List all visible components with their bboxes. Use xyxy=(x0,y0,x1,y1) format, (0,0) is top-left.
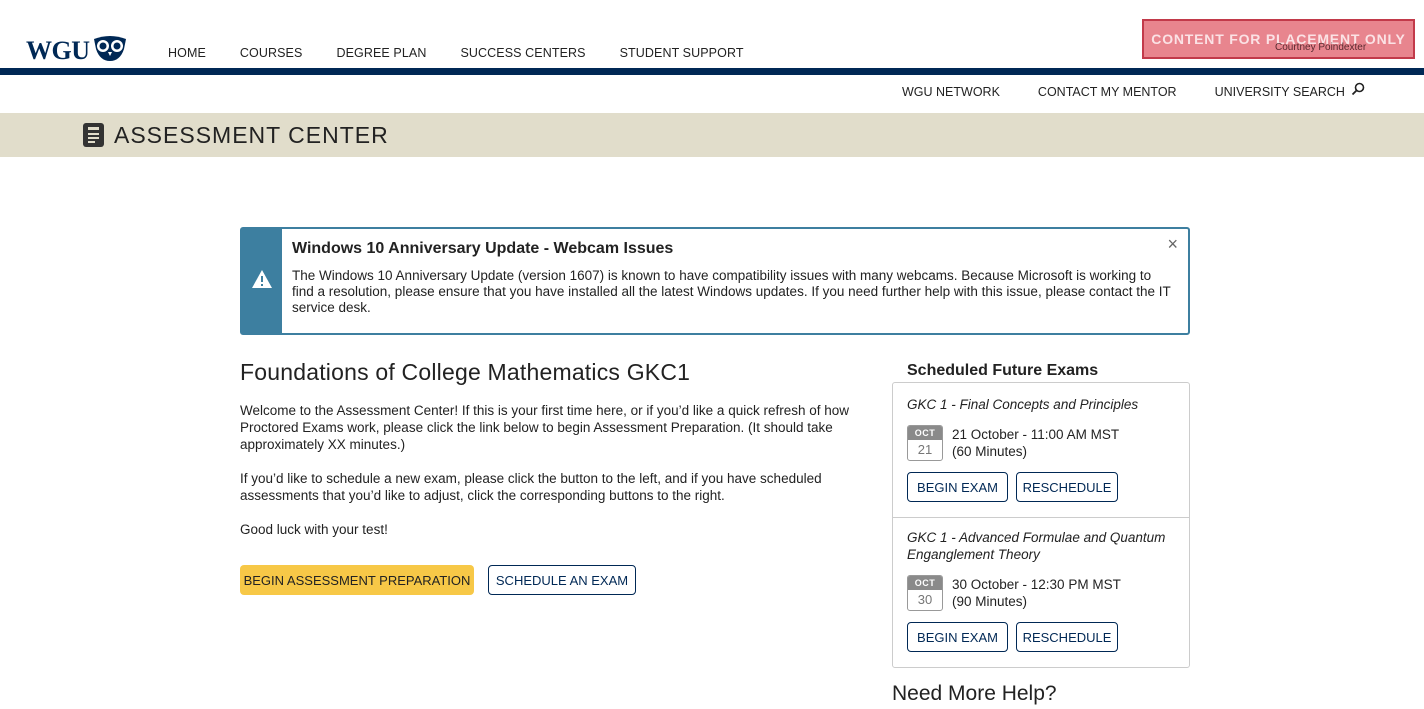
schedule-exam-button[interactable]: SCHEDULE AN EXAM xyxy=(488,565,636,595)
warning-icon xyxy=(251,269,273,294)
alert-body: The Windows 10 Anniversary Update (versi… xyxy=(292,268,1171,315)
exam-datetime: 30 October - 12:30 PM MST (90 Minutes) xyxy=(952,576,1121,610)
begin-assessment-preparation-button[interactable]: BEGIN ASSESSMENT PREPARATION xyxy=(240,565,474,595)
reschedule-button[interactable]: RESCHEDULE xyxy=(1016,472,1118,502)
top-header: WGU HOME COURSES DEGREE PLAN SUCCESS CEN… xyxy=(0,0,1424,68)
welcome-paragraph: Welcome to the Assessment Center! If thi… xyxy=(240,403,849,452)
nav-wgu-network[interactable]: WGU NETWORK xyxy=(902,85,1000,99)
exam-duration: (90 Minutes) xyxy=(952,594,1028,609)
page-title: ASSESSMENT CENTER xyxy=(114,122,389,148)
nav-success-centers[interactable]: SUCCESS CENTERS xyxy=(460,46,585,60)
logo-text: WGU xyxy=(26,35,90,65)
placement-banner: CONTENT FOR PLACEMENT ONLY xyxy=(1142,19,1415,59)
good-luck-text: Good luck with your test! xyxy=(240,522,388,537)
calendar-day: 21 xyxy=(917,442,933,457)
exam-datetime: 21 October - 11:00 AM MST (60 Minutes) xyxy=(952,426,1119,460)
secondary-nav: WGU NETWORK CONTACT MY MENTOR UNIVERSITY… xyxy=(902,82,1365,101)
nav-degree-plan[interactable]: DEGREE PLAN xyxy=(336,46,426,60)
webcam-alert: Windows 10 Anniversary Update - Webcam I… xyxy=(240,227,1190,335)
header-divider xyxy=(0,68,1424,75)
calendar-month: OCT xyxy=(908,426,942,440)
alert-side-bar xyxy=(242,229,282,333)
schedule-paragraph: If you’d like to schedule a new exam, pl… xyxy=(240,471,822,503)
nav-courses[interactable]: COURSES xyxy=(240,46,303,60)
exam-divider xyxy=(892,517,1190,518)
begin-exam-button[interactable]: BEGIN EXAM xyxy=(907,622,1008,652)
owl-icon xyxy=(92,35,128,66)
calendar-icon: OCT 30 xyxy=(907,575,943,611)
calendar-icon: OCT 21 xyxy=(907,425,943,461)
scheduled-exams-heading: Scheduled Future Exams xyxy=(907,362,1099,379)
calendar-month: OCT xyxy=(908,576,942,590)
nav-contact-mentor[interactable]: CONTACT MY MENTOR xyxy=(1038,85,1177,99)
nav-university-search[interactable]: UNIVERSITY SEARCH xyxy=(1215,85,1345,99)
nav-student-support[interactable]: STUDENT SUPPORT xyxy=(620,46,744,60)
main-nav: HOME COURSES DEGREE PLAN SUCCESS CENTERS… xyxy=(168,46,778,60)
wgu-logo[interactable]: WGU xyxy=(26,35,128,66)
exam-date-time: 30 October - 12:30 PM MST xyxy=(952,577,1121,592)
assessment-icon xyxy=(83,123,104,152)
section-header: ASSESSMENT CENTER xyxy=(0,113,1424,157)
nav-home[interactable]: HOME xyxy=(168,46,206,60)
reschedule-button[interactable]: RESCHEDULE xyxy=(1016,622,1118,652)
alert-title: Windows 10 Anniversary Update - Webcam I… xyxy=(292,240,674,257)
exam-date-time: 21 October - 11:00 AM MST xyxy=(952,427,1120,442)
search-icon[interactable] xyxy=(1351,82,1365,101)
close-icon[interactable]: × xyxy=(1167,234,1178,255)
course-title: Foundations of College Mathematics GKC1 xyxy=(240,359,691,385)
exam-name: GKC 1 - Advanced Formulae and Quantum En… xyxy=(907,530,1166,562)
exam-name: GKC 1 - Final Concepts and Principles xyxy=(907,397,1139,412)
exam-duration: (60 Minutes) xyxy=(952,444,1028,459)
user-name[interactable]: Courtney Poindexter xyxy=(1275,42,1366,53)
begin-exam-button[interactable]: BEGIN EXAM xyxy=(907,472,1008,502)
calendar-day: 30 xyxy=(917,592,933,607)
help-heading: Need More Help? xyxy=(892,682,1057,705)
